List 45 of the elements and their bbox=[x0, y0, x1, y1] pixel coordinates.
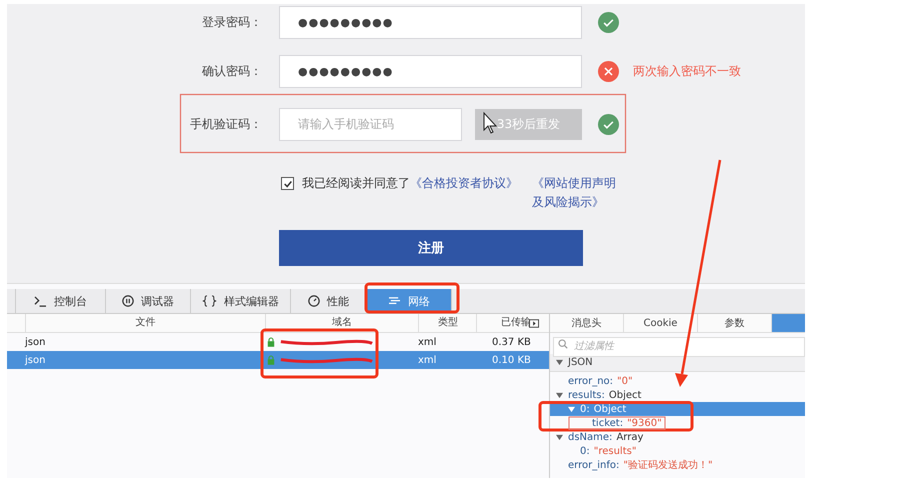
lock-icon bbox=[267, 355, 275, 365]
file-cell-text: json bbox=[25, 354, 46, 366]
braces-icon bbox=[202, 295, 217, 307]
gauge-icon bbox=[308, 295, 320, 307]
tree-node[interactable]: error_info: "验证码发送成功！" bbox=[568, 458, 713, 472]
type-cell-text: xml bbox=[418, 336, 438, 348]
agreement-text: 我已经阅读并同意了 bbox=[302, 175, 410, 192]
tree-node[interactable]: JSON bbox=[556, 354, 593, 371]
pause-icon bbox=[122, 295, 134, 307]
agreement-checkbox[interactable] bbox=[281, 177, 294, 190]
error-message: 两次输入密码不一致 bbox=[633, 62, 741, 80]
password-field[interactable]: ●●●●●●●●● bbox=[279, 54, 582, 88]
tree-node[interactable]: error_no: "0" bbox=[568, 374, 633, 388]
tree-node[interactable]: 0: "results" bbox=[580, 444, 636, 458]
mouse-cursor-icon bbox=[484, 112, 498, 134]
column-header[interactable]: 域名 bbox=[265, 314, 418, 332]
sms-code-field[interactable]: 请输入手机验证码 bbox=[279, 108, 462, 140]
field-label: 手机验证码： bbox=[189, 116, 262, 132]
network-icon bbox=[388, 296, 401, 306]
console-icon bbox=[34, 296, 47, 306]
register-button[interactable]: 注册 bbox=[279, 230, 583, 266]
size-cell-text: 0.10 KB bbox=[491, 354, 532, 366]
column-header[interactable]: 文件 bbox=[24, 314, 265, 332]
devtools-tab[interactable]: 样式编辑器 bbox=[191, 289, 291, 313]
password-field[interactable]: ●●●●●●●●● bbox=[279, 6, 582, 38]
tree-node[interactable]: results: Object bbox=[556, 388, 642, 402]
agreement-link[interactable]: 《网站使用声明及风险揭示》 bbox=[532, 174, 622, 212]
agreement-link[interactable]: 《合格投资者协议》 bbox=[410, 174, 518, 193]
tree-node[interactable]: dsName: Array bbox=[556, 430, 644, 444]
expand-icon[interactable] bbox=[556, 434, 563, 440]
search-icon bbox=[558, 339, 568, 349]
lock-icon bbox=[267, 337, 275, 347]
request-row[interactable]: json xml 0.37 KB bbox=[7, 333, 549, 351]
tree-node[interactable]: ticket: "9360" bbox=[592, 416, 662, 430]
field-label: 确认密码： bbox=[201, 62, 262, 80]
filter-field[interactable]: 过滤属性 bbox=[553, 336, 805, 356]
field-label: 登录密码： bbox=[201, 14, 262, 30]
type-cell-text: xml bbox=[418, 354, 438, 366]
expand-icon[interactable] bbox=[556, 359, 563, 366]
devtools-tab[interactable]: 控制台 bbox=[16, 289, 106, 313]
panel-toggle-icon[interactable] bbox=[529, 319, 539, 328]
devtools-tab[interactable]: 调试器 bbox=[106, 289, 191, 313]
column-header[interactable]: 类型 bbox=[418, 314, 476, 332]
file-cell-text: json bbox=[25, 336, 46, 348]
size-cell-text: 0.37 KB bbox=[491, 336, 532, 348]
